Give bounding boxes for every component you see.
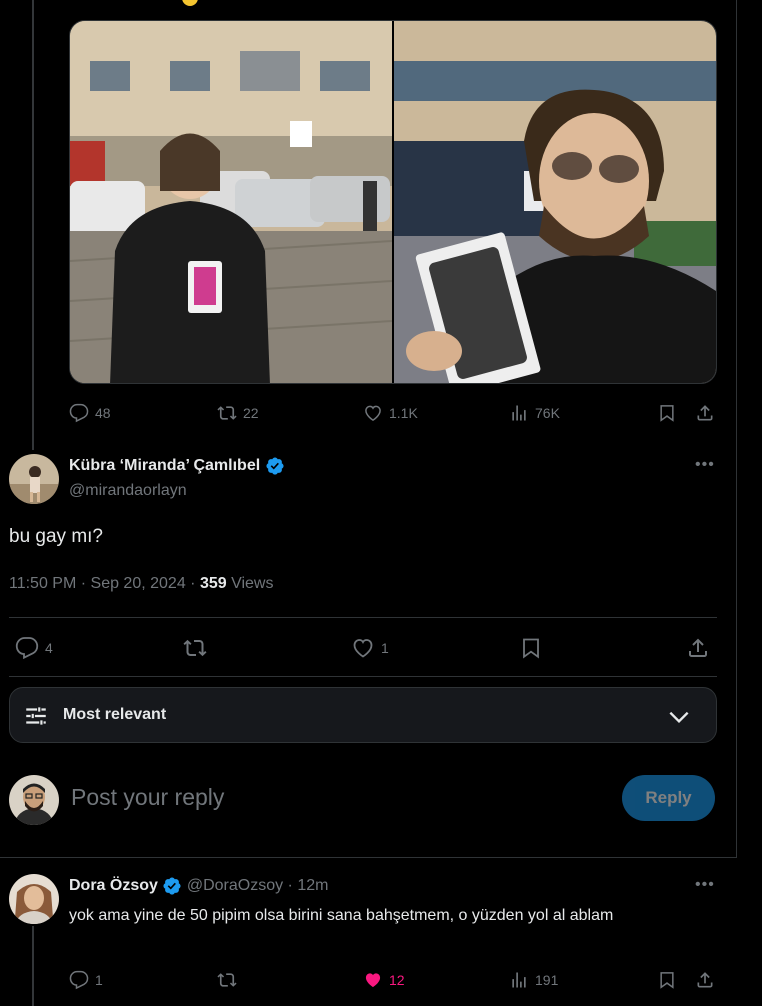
views-count-bold: 359 bbox=[199, 575, 227, 592]
reply-author-avatar[interactable] bbox=[9, 874, 59, 924]
verified-badge-icon bbox=[163, 877, 181, 895]
reply-count: 1 bbox=[95, 972, 103, 988]
post-meta: 11:50 PM · Sep 20, 2024 · 359 Views bbox=[9, 575, 273, 593]
views-count: 76K bbox=[535, 405, 560, 421]
bookmark-icon bbox=[660, 972, 674, 989]
post-text: bu gay mı? bbox=[9, 526, 103, 547]
author-name[interactable]: Kübra ‘Miranda’ Çamlıbel bbox=[69, 457, 260, 474]
reply-author-name[interactable]: Dora Özsoy bbox=[69, 877, 158, 894]
media-photo-left[interactable] bbox=[70, 21, 392, 383]
repost-icon bbox=[217, 406, 237, 420]
views-action[interactable]: 191 bbox=[509, 970, 558, 990]
like-action[interactable]: 1.1K bbox=[363, 403, 418, 423]
thread-line bbox=[32, 0, 34, 450]
like-action[interactable]: 1 bbox=[351, 636, 389, 660]
author-name-row: Kübra ‘Miranda’ Çamlıbel bbox=[69, 456, 285, 476]
reply-count: 48 bbox=[95, 405, 111, 421]
repost-action[interactable] bbox=[183, 636, 207, 660]
reply-icon bbox=[69, 970, 89, 990]
post-timestamp[interactable]: 11:50 PM · Sep 20, 2024 · bbox=[9, 575, 200, 592]
author-avatar[interactable] bbox=[9, 454, 59, 504]
views-icon bbox=[512, 972, 526, 988]
reply-action[interactable]: 48 bbox=[69, 403, 111, 423]
column-border bbox=[736, 0, 737, 858]
repost-icon bbox=[217, 973, 237, 987]
divider bbox=[0, 857, 737, 858]
reply-actions: 1 12 191 bbox=[69, 969, 717, 991]
share-action[interactable] bbox=[695, 403, 715, 423]
reply-time[interactable]: · 12m bbox=[283, 877, 329, 894]
sliders-icon bbox=[26, 707, 46, 725]
reply-text: yok ama yine de 50 pipim olsa birini san… bbox=[69, 907, 614, 924]
reply-icon bbox=[69, 403, 89, 423]
sort-dropdown[interactable]: Most relevant bbox=[9, 687, 717, 743]
divider bbox=[9, 676, 717, 677]
reply-icon bbox=[15, 637, 39, 660]
post-media[interactable] bbox=[69, 20, 717, 384]
like-count: 1 bbox=[381, 640, 389, 656]
bookmark-icon bbox=[523, 638, 539, 659]
main-post-actions: 4 1 bbox=[15, 635, 715, 661]
reply-action[interactable]: 4 bbox=[15, 636, 53, 660]
verified-badge-icon bbox=[266, 457, 284, 475]
share-icon bbox=[697, 972, 713, 988]
reply-button[interactable]: Reply bbox=[622, 775, 715, 821]
author-handle[interactable]: @mirandaorlayn bbox=[69, 482, 187, 500]
bookmark-action[interactable] bbox=[657, 403, 677, 423]
reply-header: Dora Özsoy @DoraOzsoy · 12m bbox=[69, 876, 328, 896]
heart-icon bbox=[353, 639, 373, 658]
sort-label: Most relevant bbox=[63, 706, 167, 723]
reply-author-handle[interactable]: @DoraOzsoy bbox=[187, 877, 283, 894]
share-action[interactable] bbox=[686, 636, 710, 660]
more-options-icon[interactable]: ••• bbox=[695, 456, 715, 474]
repost-icon bbox=[183, 639, 207, 657]
heart-icon bbox=[365, 405, 381, 421]
bookmark-action[interactable] bbox=[657, 970, 677, 990]
emoji-fragment bbox=[182, 0, 198, 6]
share-icon bbox=[697, 405, 713, 421]
heart-filled-icon bbox=[365, 973, 381, 988]
current-user-avatar[interactable] bbox=[9, 775, 59, 825]
share-icon bbox=[689, 638, 707, 657]
views-count: 191 bbox=[535, 972, 559, 988]
repost-count: 22 bbox=[243, 405, 259, 421]
repost-action[interactable] bbox=[217, 970, 237, 990]
like-count: 1.1K bbox=[389, 405, 418, 421]
bookmark-icon bbox=[660, 405, 674, 422]
chevron-down-icon bbox=[669, 711, 689, 724]
views-action[interactable]: 76K bbox=[509, 403, 560, 423]
more-options-icon[interactable]: ••• bbox=[695, 876, 715, 894]
views-label: Views bbox=[226, 575, 274, 592]
reply-thread-line bbox=[32, 926, 34, 1006]
divider bbox=[9, 617, 717, 618]
like-action-active[interactable]: 12 bbox=[363, 970, 405, 990]
media-photo-right[interactable] bbox=[394, 21, 716, 383]
reply-input[interactable]: Post your reply bbox=[71, 784, 224, 811]
top-post-actions: 48 22 1.1K 76K bbox=[69, 402, 717, 424]
reply-action[interactable]: 1 bbox=[69, 970, 103, 990]
bookmark-action[interactable] bbox=[519, 636, 543, 660]
views-icon bbox=[512, 405, 526, 421]
share-action[interactable] bbox=[695, 970, 715, 990]
reply-count: 4 bbox=[45, 640, 53, 656]
like-count: 12 bbox=[389, 972, 405, 988]
repost-action[interactable]: 22 bbox=[217, 403, 259, 423]
